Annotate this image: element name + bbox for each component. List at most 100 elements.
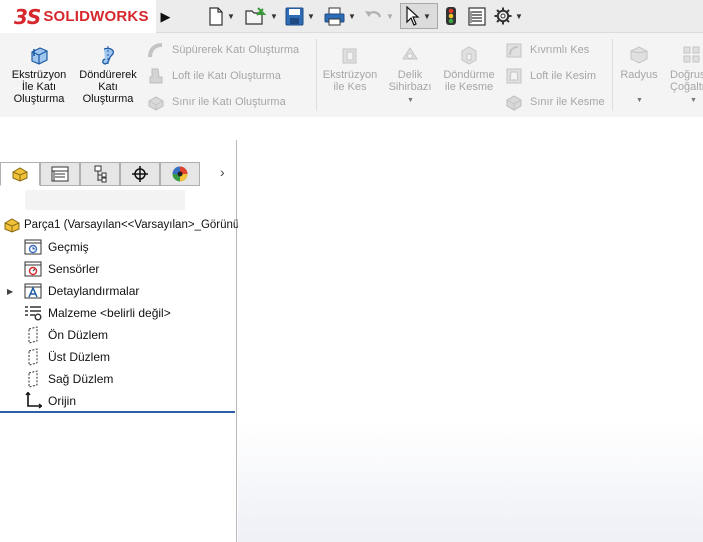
extruded-boss-label: Ekstrüzyon İle Katı Oluşturma	[11, 69, 67, 105]
extruded-cut-icon	[320, 45, 380, 67]
undo-button[interactable]: ▼	[363, 5, 394, 27]
select-cursor-icon	[406, 6, 420, 26]
tab-configuration-manager[interactable]	[80, 162, 120, 186]
select-button[interactable]: ▼	[400, 3, 438, 29]
save-icon	[285, 7, 304, 25]
swept-boss-label: Süpürerek Katı Oluşturma	[172, 44, 300, 56]
print-button[interactable]: ▼	[324, 5, 356, 27]
part-icon	[3, 216, 21, 234]
tab-dimxpert-manager[interactable]	[120, 162, 160, 186]
revolved-cut-button[interactable]: Döndürme ile Kesme	[440, 45, 498, 93]
tree-end-separator	[0, 411, 235, 413]
menu-expand-arrow-icon[interactable]: ▶	[156, 0, 175, 33]
tree-item-front-plane[interactable]: Ön Düzlem	[0, 325, 237, 345]
rebuild-button[interactable]	[445, 5, 457, 27]
lofted-boss-icon	[147, 67, 167, 85]
hole-wizard-icon	[383, 45, 437, 67]
fillet-button[interactable]: Radyus ▼	[616, 45, 662, 104]
extruded-cut-button[interactable]: Ekstrüzyon ile Kes	[320, 45, 380, 93]
solidworks-logo[interactable]: 3S SOLIDWORKS	[0, 0, 156, 33]
display-manager-icon	[172, 166, 188, 182]
linear-pattern-dropdown-arrow-icon[interactable]: ▼	[690, 95, 697, 107]
options-button[interactable]: ▼	[494, 5, 523, 27]
linear-pattern-button[interactable]: Doğrusal Çoğaltma ▼	[666, 45, 703, 104]
linear-pattern-label: Doğrusal Çoğaltma	[670, 69, 703, 93]
boundary-cut-button[interactable]: Sınır ile Kesme	[505, 93, 605, 111]
hole-wizard-button[interactable]: Delik Sihirbazı ▼	[383, 45, 437, 104]
tree-item-top-plane[interactable]: Üst Düzlem	[0, 347, 237, 367]
save-button[interactable]: ▼	[285, 5, 315, 27]
revolved-cut-icon	[440, 45, 498, 67]
tree-item-label: Malzeme <belirli değil>	[48, 306, 171, 320]
tab-feature-manager[interactable]	[0, 162, 40, 186]
revolved-boss-icon	[74, 45, 142, 67]
print-dropdown-arrow-icon[interactable]: ▼	[348, 12, 356, 21]
open-button[interactable]: ▼	[245, 5, 278, 27]
tree-item-sensors[interactable]: Sensörler	[0, 259, 237, 279]
open-folder-icon	[245, 6, 267, 25]
swept-cut-button[interactable]: Kıvrımlı Kes	[505, 41, 589, 59]
fillet-dropdown-arrow-icon[interactable]: ▼	[636, 95, 643, 107]
feature-manager-panel: › Parça1 (Varsayılan<<Varsayılan>_Görünü…	[0, 140, 249, 542]
lofted-boss-button[interactable]: Loft ile Katı Oluşturma	[147, 67, 281, 85]
title-toolbar: 3S SOLIDWORKS ▶ ▼ ▼ ▼ ▼ ▼ ▼ ▼	[0, 0, 703, 33]
dimxpert-manager-icon	[132, 166, 148, 182]
graphics-area[interactable]	[238, 140, 703, 542]
revolved-cut-label: Döndürme ile Kesme	[443, 69, 495, 93]
tree-item-annotations[interactable]: ▶ Detaylandırmalar	[0, 281, 237, 301]
manager-tabs: ›	[0, 162, 237, 187]
expand-arrow-icon[interactable]: ▶	[7, 287, 13, 296]
plane-icon	[24, 348, 42, 366]
linear-pattern-icon	[666, 45, 703, 67]
swept-cut-label: Kıvrımlı Kes	[530, 44, 590, 56]
tree-filter-box[interactable]	[25, 190, 185, 210]
sensors-icon	[24, 260, 42, 278]
origin-icon	[24, 392, 42, 410]
select-dropdown-arrow-icon[interactable]: ▼	[423, 12, 431, 21]
tree-item-origin[interactable]: Orijin	[0, 391, 237, 411]
save-dropdown-arrow-icon[interactable]: ▼	[307, 12, 315, 21]
extruded-boss-button[interactable]: Ekstrüzyon İle Katı Oluşturma	[6, 45, 72, 105]
revolved-boss-label: Döndürerek Katı Oluşturma	[79, 69, 137, 105]
plane-icon	[24, 370, 42, 388]
logo-prefix: 3S	[14, 4, 41, 29]
undo-icon	[365, 10, 382, 17]
revolved-boss-button[interactable]: Döndürerek Katı Oluşturma	[74, 45, 142, 105]
swept-boss-button[interactable]: Süpürerek Katı Oluşturma	[147, 41, 299, 59]
swept-boss-icon	[147, 41, 167, 59]
hole-wizard-label: Delik Sihirbazı	[388, 69, 432, 93]
tab-display-manager[interactable]	[160, 162, 200, 186]
new-document-button[interactable]: ▼	[208, 5, 235, 27]
annotations-icon	[24, 282, 42, 300]
logo-text: SOLIDWORKS	[43, 8, 149, 25]
solidworks-window: 3S SOLIDWORKS ▶ ▼ ▼ ▼ ▼ ▼ ▼ ▼ Ekstrüzyon…	[0, 0, 703, 542]
lofted-cut-icon	[505, 67, 525, 85]
file-properties-button[interactable]	[468, 5, 486, 27]
feature-manager-icon	[12, 167, 28, 182]
fillet-icon	[616, 45, 662, 67]
tab-property-manager[interactable]	[40, 162, 80, 186]
tree-root-part[interactable]: Parça1 (Varsayılan<<Varsayılan>_Görünüm	[0, 215, 249, 235]
tabs-scroll-right-icon[interactable]: ›	[220, 164, 225, 180]
toolbar-spacer	[0, 117, 703, 140]
options-dropdown-arrow-icon[interactable]: ▼	[515, 12, 523, 21]
lofted-cut-button[interactable]: Loft ile Kesim	[505, 67, 596, 85]
tree-item-label: Geçmiş	[48, 240, 89, 254]
print-icon	[324, 7, 345, 25]
tree-item-material[interactable]: Malzeme <belirli değil>	[0, 303, 237, 323]
new-document-icon	[209, 6, 223, 26]
boundary-cut-label: Sınır ile Kesme	[530, 96, 605, 108]
tree-item-right-plane[interactable]: Sağ Düzlem	[0, 369, 237, 389]
new-dropdown-arrow-icon[interactable]: ▼	[227, 12, 235, 21]
tree-item-history[interactable]: Geçmiş	[0, 237, 237, 257]
configuration-manager-icon	[94, 165, 107, 183]
undo-dropdown-arrow-icon[interactable]: ▼	[386, 12, 394, 21]
tree-root-label: Parça1 (Varsayılan<<Varsayılan>_Görünüm	[24, 219, 249, 231]
open-dropdown-arrow-icon[interactable]: ▼	[270, 12, 278, 21]
boundary-boss-icon	[147, 93, 167, 111]
rebuild-traffic-light-icon	[446, 7, 456, 25]
hole-wizard-dropdown-arrow-icon[interactable]: ▼	[407, 95, 414, 107]
property-manager-icon	[51, 166, 69, 182]
swept-cut-icon	[505, 41, 525, 59]
boundary-boss-button[interactable]: Sınır ile Katı Oluşturma	[147, 93, 286, 111]
